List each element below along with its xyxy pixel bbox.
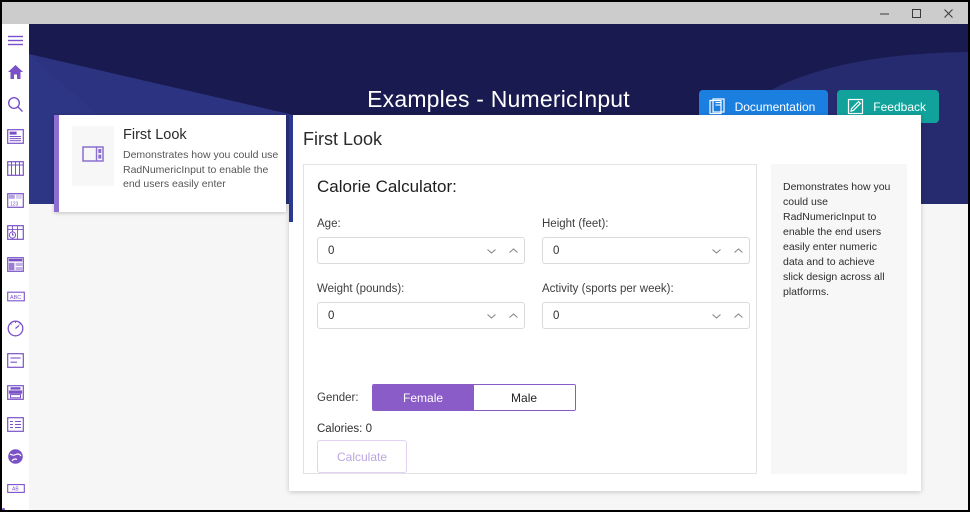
gender-option-female[interactable]: Female	[373, 385, 474, 410]
example-panel-accent	[289, 115, 293, 222]
sidebar-item-print[interactable]	[2, 376, 29, 408]
example-thumbnail	[72, 126, 114, 186]
height-value: 0	[543, 245, 705, 257]
weight-increment-button[interactable]	[502, 303, 524, 328]
sidebar-item-pivot-grid[interactable]: 123	[2, 184, 29, 216]
example-panel-title: First Look	[303, 129, 382, 150]
ab-label-icon: AB	[7, 482, 25, 495]
sidebar-item-grid[interactable]	[2, 152, 29, 184]
activity-decrement-button[interactable]	[705, 303, 727, 328]
gauge-icon	[7, 320, 24, 337]
activity-value: 0	[543, 310, 705, 322]
search-icon	[7, 96, 24, 113]
sidebar-item-search[interactable]	[2, 88, 29, 120]
pivot-grid-icon: 123	[7, 193, 24, 208]
weight-value: 0	[318, 310, 480, 322]
grid-table-icon	[7, 161, 24, 176]
height-decrement-button[interactable]	[705, 238, 727, 263]
sidebar-item-properties[interactable]	[2, 408, 29, 440]
sidebar-item-text[interactable]: ABC	[2, 280, 29, 312]
age-input[interactable]: 0	[317, 237, 525, 264]
field-height: Height (feet): 0	[542, 218, 750, 264]
minimize-button[interactable]	[868, 2, 900, 24]
list-item[interactable]: First Look Demonstrates how you could us…	[59, 115, 286, 212]
sidebar-item-dashboard[interactable]	[2, 248, 29, 280]
example-title: First Look	[123, 127, 283, 143]
height-label: Height (feet):	[542, 218, 750, 230]
calculate-button[interactable]: Calculate	[317, 440, 407, 473]
documentation-icon	[709, 98, 726, 115]
sidebar-item-form[interactable]	[2, 344, 29, 376]
age-label: Age:	[317, 218, 525, 230]
age-value: 0	[318, 245, 480, 257]
field-age: Age: 0	[317, 218, 525, 264]
sidebar-item-gauge[interactable]	[2, 312, 29, 344]
sidebar-item-menu[interactable]	[2, 24, 29, 56]
home-icon	[7, 64, 24, 80]
svg-text:123: 123	[10, 201, 19, 207]
sidebar-rail[interactable]: 123 ABC	[2, 24, 29, 510]
globe-icon	[7, 448, 24, 465]
content-area: Examples - NumericInput Documentation Fe…	[29, 24, 968, 510]
sidebar-item-list-view[interactable]	[2, 120, 29, 152]
example-text: First Look Demonstrates how you could us…	[123, 126, 283, 212]
age-decrement-button[interactable]	[480, 238, 502, 263]
example-description: Demonstrates how you could use RadNumeri…	[123, 148, 283, 192]
app-root: 123 ABC	[0, 0, 970, 512]
example-description-panel: Demonstrates how you could use RadNumeri…	[771, 164, 907, 474]
gender-option-male[interactable]: Male	[474, 385, 575, 410]
sidebar-item-numeric-input[interactable]	[2, 504, 29, 510]
printer-icon	[7, 385, 24, 400]
documentation-label: Documentation	[735, 100, 816, 114]
examples-list: First Look Demonstrates how you could us…	[54, 115, 286, 212]
sidebar-item-home[interactable]	[2, 56, 29, 88]
numeric-input-thumb-icon	[82, 146, 104, 167]
properties-list-icon	[7, 417, 24, 432]
activity-input[interactable]: 0	[542, 302, 750, 329]
weight-input[interactable]: 0	[317, 302, 525, 329]
maximize-button[interactable]	[900, 2, 932, 24]
scheduler-icon	[7, 225, 24, 240]
age-increment-button[interactable]	[502, 238, 524, 263]
height-input[interactable]: 0	[542, 237, 750, 264]
svg-text:AB: AB	[12, 486, 19, 492]
sidebar-item-map[interactable]	[2, 440, 29, 472]
dashboard-icon	[7, 257, 24, 272]
gender-label: Gender:	[317, 392, 359, 404]
form-icon	[7, 353, 24, 368]
gender-toggle: Female Male	[372, 384, 576, 411]
list-view-icon	[7, 129, 24, 144]
calculator-heading: Calorie Calculator:	[317, 177, 457, 197]
calories-result: Calories: 0	[317, 423, 372, 435]
svg-text:ABC: ABC	[10, 295, 21, 301]
sidebar-item-label[interactable]: AB	[2, 472, 29, 504]
feedback-label: Feedback	[873, 100, 926, 114]
height-increment-button[interactable]	[727, 238, 749, 263]
feedback-icon	[847, 98, 864, 115]
example-description-text: Demonstrates how you could use RadNumeri…	[783, 180, 895, 300]
weight-label: Weight (pounds):	[317, 283, 525, 295]
close-button[interactable]	[932, 2, 964, 24]
window-controls	[868, 2, 964, 24]
gender-row: Gender: Female Male	[317, 384, 576, 411]
activity-increment-button[interactable]	[727, 303, 749, 328]
title-bar	[2, 2, 968, 24]
field-weight: Weight (pounds): 0	[317, 283, 525, 329]
example-panel: First Look Calorie Calculator: Age: 0	[289, 115, 921, 491]
calorie-calculator: Calorie Calculator: Age: 0	[303, 164, 757, 474]
sidebar-item-scheduler[interactable]	[2, 216, 29, 248]
application-window: 123 ABC	[2, 2, 968, 510]
field-activity: Activity (sports per week): 0	[542, 283, 750, 329]
text-abc-icon: ABC	[7, 290, 25, 303]
weight-decrement-button[interactable]	[480, 303, 502, 328]
activity-label: Activity (sports per week):	[542, 283, 750, 295]
hamburger-menu-icon	[7, 34, 24, 47]
